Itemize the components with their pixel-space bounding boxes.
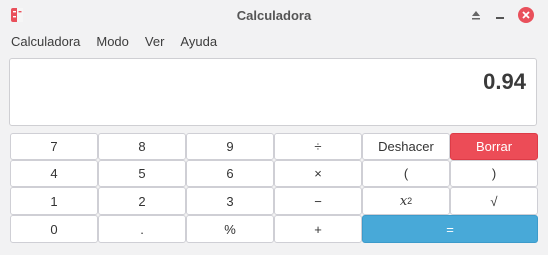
key-7[interactable]: 7 <box>10 133 98 160</box>
decimal-button[interactable]: . <box>98 215 186 243</box>
divide-button[interactable]: ÷ <box>274 133 362 160</box>
close-paren-button[interactable]: ) <box>450 160 538 187</box>
key-6[interactable]: 6 <box>186 160 274 187</box>
shade-icon[interactable] <box>467 6 485 24</box>
menu-ver[interactable]: Ver <box>137 30 173 54</box>
key-0[interactable]: 0 <box>10 215 98 243</box>
clear-button[interactable]: Borrar <box>450 133 538 160</box>
open-paren-button[interactable]: ( <box>362 160 450 187</box>
square-button[interactable]: x2 <box>362 187 450 215</box>
calculator-window: Calculadora Calculadora Modo Ver Ayuda 0… <box>0 0 548 255</box>
multiply-button[interactable]: × <box>274 160 362 187</box>
key-9[interactable]: 9 <box>186 133 274 160</box>
key-4[interactable]: 4 <box>10 160 98 187</box>
subtract-button[interactable]: − <box>274 187 362 215</box>
percent-button[interactable]: % <box>186 215 274 243</box>
equals-button[interactable]: = <box>362 215 538 243</box>
key-5[interactable]: 5 <box>98 160 186 187</box>
menu-ayuda[interactable]: Ayuda <box>172 30 225 54</box>
close-icon[interactable] <box>517 6 535 24</box>
square-base: x <box>399 193 408 209</box>
window-title: Calculadora <box>236 7 312 23</box>
calculator-app-icon <box>9 7 25 23</box>
menu-calculadora[interactable]: Calculadora <box>0 30 88 54</box>
key-2[interactable]: 2 <box>98 187 186 215</box>
minimize-icon[interactable] <box>491 6 509 24</box>
menu-modo[interactable]: Modo <box>88 30 137 54</box>
undo-button[interactable]: Deshacer <box>362 133 450 160</box>
title-bar: Calculadora <box>0 0 548 30</box>
sqrt-button[interactable]: √ <box>450 187 538 215</box>
display-value: 0.94 <box>483 69 526 94</box>
square-exponent: 2 <box>407 196 413 206</box>
add-button[interactable]: + <box>274 215 362 243</box>
key-8[interactable]: 8 <box>98 133 186 160</box>
menu-bar: Calculadora Modo Ver Ayuda <box>0 30 548 54</box>
key-3[interactable]: 3 <box>186 187 274 215</box>
key-1[interactable]: 1 <box>10 187 98 215</box>
result-display[interactable]: 0.94 <box>9 58 537 126</box>
